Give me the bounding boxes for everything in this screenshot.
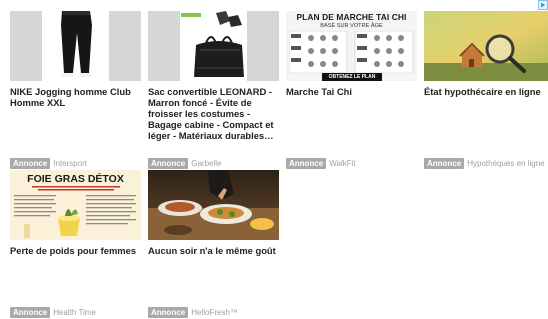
detox-article-image[interactable]: FOIE GRAS DÉTOX bbox=[10, 170, 141, 240]
ad-card[interactable]: Aucun soir n'a le même goût Annonce Hell… bbox=[148, 170, 279, 318]
article-text-icon bbox=[14, 186, 136, 238]
ad-title[interactable]: Sac convertible LEONARD - Marron foncé -… bbox=[148, 86, 279, 141]
advertiser-name: Health Time bbox=[53, 308, 96, 317]
advertiser-name: Intersport bbox=[53, 159, 88, 168]
ad-badge: Annonce bbox=[148, 158, 189, 169]
ad-badge: Annonce bbox=[148, 307, 189, 318]
adchoices-icon[interactable] bbox=[538, 0, 548, 10]
black-duffel-bag-image[interactable] bbox=[148, 11, 279, 81]
article-heading: FOIE GRAS DÉTOX bbox=[27, 173, 124, 185]
sponsor-line: Annonce HelloFresh™ bbox=[148, 307, 238, 318]
ad-card[interactable]: Sac convertible LEONARD - Marron foncé -… bbox=[148, 11, 279, 169]
sponsor-line: Annonce Garbelle bbox=[148, 158, 221, 169]
walking-chart-icon bbox=[289, 31, 414, 73]
dinner-table-image[interactable] bbox=[148, 170, 279, 240]
ad-title[interactable]: Aucun soir n'a le même goût bbox=[148, 245, 279, 256]
advertiser-name: HelloFresh™ bbox=[191, 308, 238, 317]
ad-card[interactable]: NIKE Jogging homme Club Homme XXL Annonc… bbox=[10, 11, 141, 169]
sponsor-line: Annonce Health Time bbox=[10, 307, 96, 318]
magnifier-house-image[interactable] bbox=[424, 11, 548, 81]
ad-title[interactable]: NIKE Jogging homme Club Homme XXL bbox=[10, 86, 141, 108]
ad-badge: Annonce bbox=[286, 158, 327, 169]
ad-title[interactable]: Perte de poids pour femmes bbox=[10, 245, 141, 256]
sponsor-line: Annonce WalkFit bbox=[286, 158, 356, 169]
walking-plan-poster-image[interactable]: PLAN DE MARCHE TAI CHI BASÉ SUR VOTRE ÂG… bbox=[286, 11, 417, 81]
ad-card[interactable]: FOIE GRAS DÉTOX Perte de poids pour femm… bbox=[10, 170, 141, 318]
ad-badge: Annonce bbox=[10, 158, 51, 169]
advertiser-name: Hypothèques en ligne bbox=[467, 159, 545, 168]
ad-title[interactable]: État hypothécaire en ligne bbox=[424, 86, 548, 97]
sponsor-line: Annonce Intersport bbox=[10, 158, 87, 169]
ad-card[interactable]: PLAN DE MARCHE TAI CHI BASÉ SUR VOTRE ÂG… bbox=[286, 11, 417, 169]
ad-badge: Annonce bbox=[10, 307, 51, 318]
ad-card[interactable]: État hypothécaire en ligne Annonce Hypot… bbox=[424, 11, 548, 169]
ad-badge: Annonce bbox=[424, 158, 465, 169]
advertiser-name: WalkFit bbox=[329, 159, 356, 168]
black-jogging-pants-image[interactable] bbox=[10, 11, 141, 81]
advertiser-name: Garbelle bbox=[191, 159, 222, 168]
poster-subheading: BASÉ SUR VOTRE ÂGE bbox=[320, 23, 383, 29]
poster-heading: PLAN DE MARCHE TAI CHI bbox=[296, 12, 407, 22]
sponsor-line: Annonce Hypothèques en ligne bbox=[424, 158, 545, 169]
get-plan-button[interactable]: OBTENEZ LE PLAN bbox=[322, 73, 382, 81]
ad-title[interactable]: Marche Tai Chi bbox=[286, 86, 417, 97]
